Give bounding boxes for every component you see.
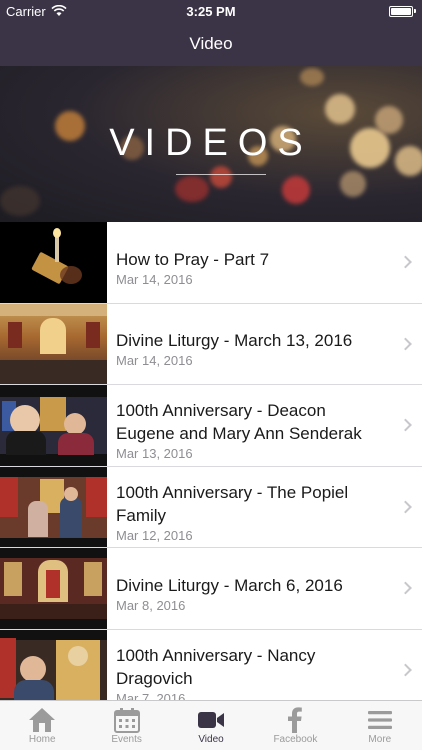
carrier-group: Carrier [6, 4, 67, 19]
video-title: 100th Anniversary - Deacon Eugene and Ma… [116, 401, 362, 444]
battery-icon [389, 5, 416, 17]
video-date: Mar 12, 2016 [116, 527, 193, 543]
tab-facebook[interactable]: Facebook [253, 701, 337, 750]
calendar-icon [113, 708, 140, 733]
tab-label: Facebook [273, 734, 318, 745]
videos-banner-title: VIDEOS [109, 122, 313, 164]
video-title: Divine Liturgy - March 13, 2016 [116, 331, 353, 351]
video-list[interactable]: How to Pray - Part 7 Mar 14, 2016 Divine… [0, 222, 422, 700]
status-bar: Carrier 3:25 PM [0, 0, 422, 22]
video-date: Mar 8, 2016 [116, 597, 186, 613]
home-icon [29, 708, 56, 732]
videos-banner: VIDEOS [0, 66, 422, 222]
tab-home[interactable]: Home [0, 701, 84, 750]
menu-icon [367, 711, 392, 729]
video-date: Mar 14, 2016 [116, 353, 193, 369]
video-title: How to Pray - Part 7 [116, 249, 270, 269]
tab-label: More [368, 734, 392, 745]
video-thumbnail [0, 303, 107, 384]
video-date: Mar 13, 2016 [116, 446, 193, 462]
video-camera-icon [198, 712, 225, 728]
video-thumbnail [0, 385, 107, 466]
tab-label: Home [28, 734, 56, 745]
video-thumbnail [0, 629, 107, 700]
video-row[interactable]: 100th Anniversary - The Popiel Family Ma… [0, 466, 422, 548]
tab-label: Events [111, 734, 142, 745]
video-title: 100th Anniversary - Nancy Dragovich [116, 645, 316, 688]
tab-more[interactable]: More [338, 701, 422, 750]
video-date: Mar 7, 2016 [116, 690, 186, 700]
video-thumbnail [0, 548, 107, 629]
video-row[interactable]: 100th Anniversary - Nancy Dragovich Mar … [0, 629, 422, 700]
tab-events[interactable]: Events [84, 701, 168, 750]
nav-bar: Video [0, 22, 422, 66]
banner-underline [176, 174, 266, 175]
wifi-icon [51, 5, 67, 16]
video-thumbnail [0, 222, 107, 303]
video-row[interactable]: Divine Liturgy - March 6, 2016 Mar 8, 20… [0, 548, 422, 630]
tab-video[interactable]: Video [169, 701, 253, 750]
video-title: 100th Anniversary - The Popiel Family [116, 482, 349, 525]
carrier-label: Carrier [6, 3, 46, 19]
video-thumbnail [0, 466, 107, 547]
video-row[interactable]: 100th Anniversary - Deacon Eugene and Ma… [0, 385, 422, 467]
tab-label: Video [198, 734, 224, 745]
tab-bar: Home Events Video Facebook More [0, 700, 422, 750]
video-title: Divine Liturgy - March 6, 2016 [116, 575, 343, 595]
video-row[interactable]: Divine Liturgy - March 13, 2016 Mar 14, … [0, 303, 422, 385]
facebook-icon [288, 707, 303, 733]
nav-title: Video [189, 34, 233, 53]
video-row[interactable]: How to Pray - Part 7 Mar 14, 2016 [0, 222, 422, 304]
video-date: Mar 14, 2016 [116, 271, 193, 287]
